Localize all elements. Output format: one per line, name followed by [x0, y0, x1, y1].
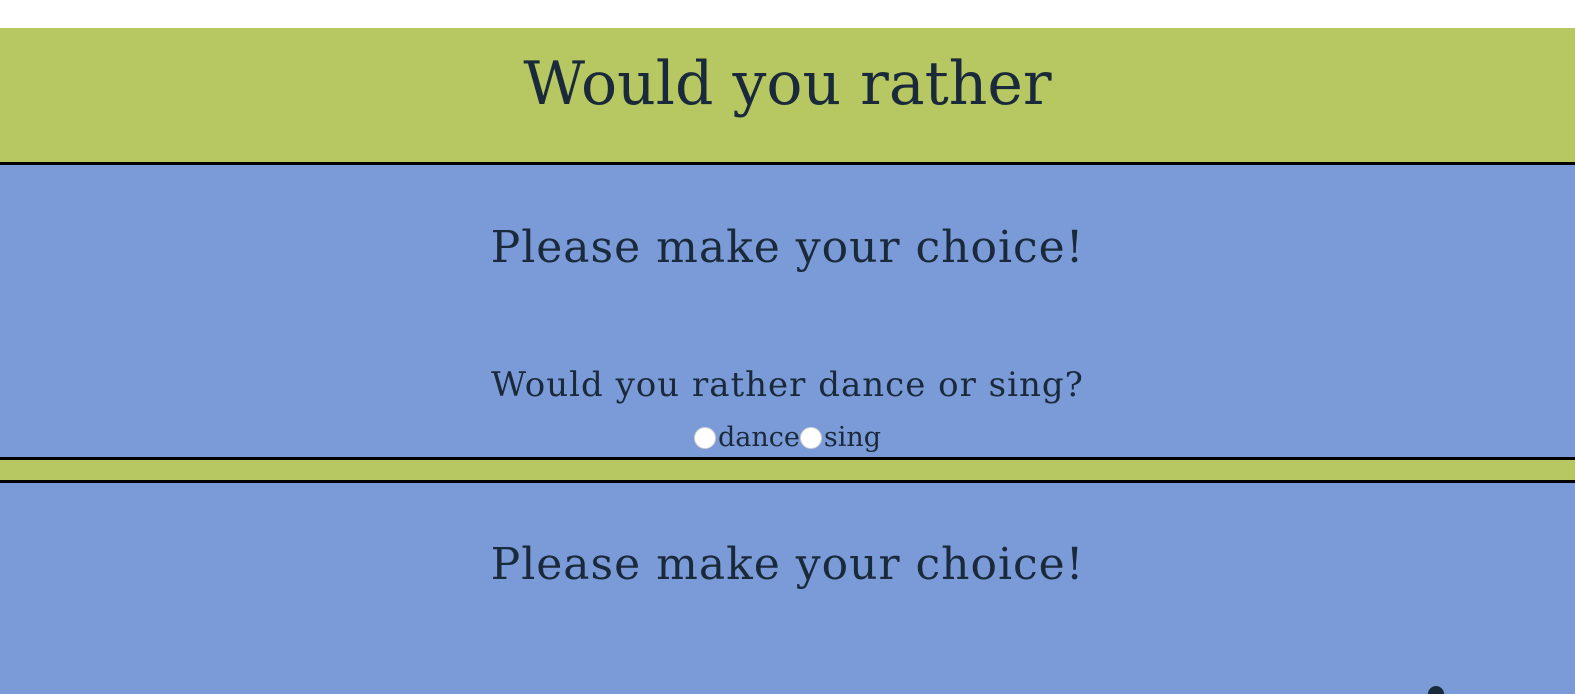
page-header: Would you rather — [0, 28, 1575, 165]
choice-heading: Please make your choice! — [490, 539, 1085, 590]
option-label[interactable]: dance — [718, 421, 800, 455]
option-dance[interactable]: dance — [693, 421, 800, 455]
question-panel: Please make your choice! — [0, 483, 1575, 694]
question-panel: Please make your choice! Would you rathe… — [0, 165, 1575, 460]
section-divider — [0, 460, 1575, 483]
sing-radio-button[interactable] — [799, 427, 822, 449]
option-label[interactable]: sing — [824, 421, 881, 455]
page-title: Would you rather — [523, 49, 1052, 119]
question-text: Would you rather dance or sing? — [491, 365, 1084, 405]
answer-options: dance sing — [0, 421, 1575, 458]
option-sing[interactable]: sing — [799, 421, 881, 455]
choice-heading: Please make your choice! — [490, 222, 1085, 273]
dance-radio-button[interactable] — [693, 427, 716, 449]
